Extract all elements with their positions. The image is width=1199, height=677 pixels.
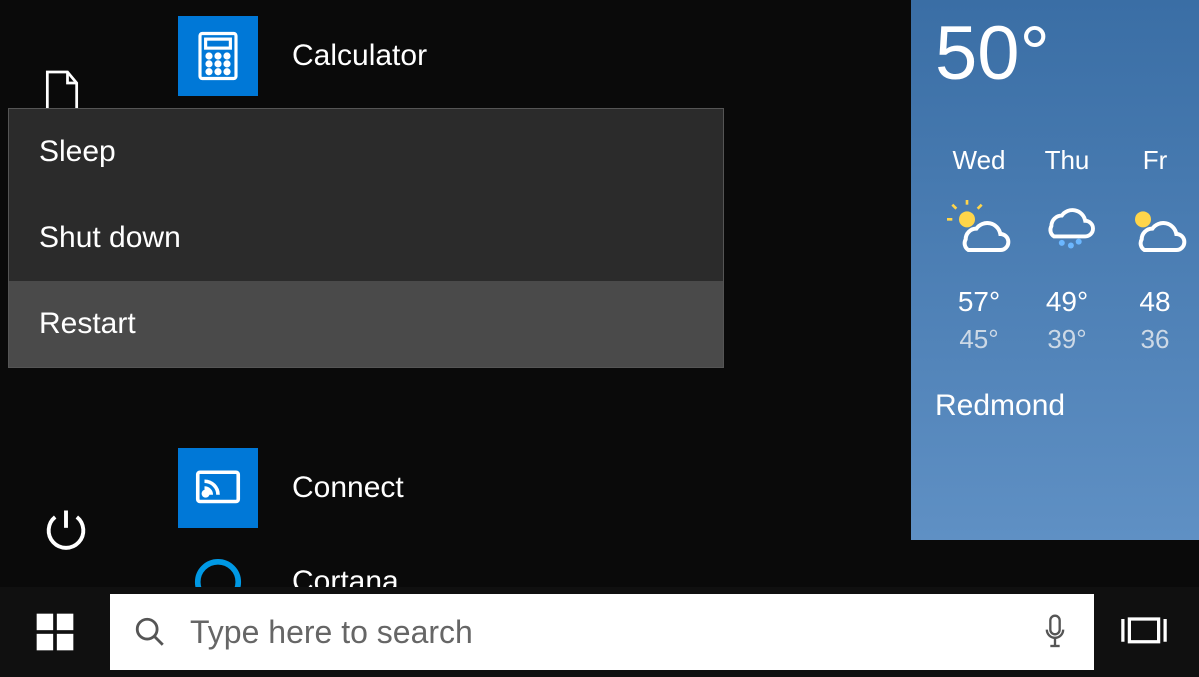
forecast-day: Thu 49° 39° — [1023, 145, 1111, 355]
rain-icon — [1023, 194, 1111, 258]
search-icon — [110, 615, 190, 649]
day-low: 45° — [935, 324, 1023, 355]
power-sleep[interactable]: Sleep — [9, 109, 723, 195]
power-icon[interactable] — [40, 504, 92, 561]
forecast-row: Wed 57° 45° Thu — [935, 145, 1199, 355]
menu-label: Sleep — [39, 135, 116, 169]
app-calculator[interactable]: Calculator — [178, 16, 427, 96]
power-menu: Sleep Shut down Restart — [8, 108, 724, 368]
search-box[interactable]: Type here to search — [110, 594, 1094, 670]
forecast-day: Wed 57° 45° — [935, 145, 1023, 355]
menu-label: Shut down — [39, 221, 181, 255]
power-restart[interactable]: Restart — [9, 281, 723, 367]
day-label: Wed — [935, 145, 1023, 176]
partly-sunny-icon — [935, 194, 1023, 258]
day-high: 48 — [1111, 286, 1199, 318]
start-button[interactable] — [0, 587, 110, 677]
microphone-icon[interactable] — [1016, 612, 1094, 652]
weather-tile[interactable]: 50° Wed 57° 45° Thu — [911, 0, 1199, 540]
app-connect[interactable]: Connect — [178, 448, 404, 528]
day-low: 39° — [1023, 324, 1111, 355]
partly-sunny-icon — [1111, 194, 1199, 258]
current-temperature: 50° — [935, 10, 1199, 97]
menu-label: Restart — [39, 307, 136, 341]
day-label: Thu — [1023, 145, 1111, 176]
day-high: 49° — [1023, 286, 1111, 318]
day-label: Fr — [1111, 145, 1199, 176]
weather-city: Redmond — [935, 389, 1199, 423]
calculator-icon — [178, 16, 258, 96]
app-label: Calculator — [292, 39, 427, 73]
day-high: 57° — [935, 286, 1023, 318]
day-low: 36 — [1111, 324, 1199, 355]
task-view-icon — [1118, 612, 1170, 652]
taskbar: Type here to search — [0, 587, 1199, 677]
app-label: Connect — [292, 471, 404, 505]
windows-icon — [33, 610, 77, 654]
forecast-day: Fr 48 36 — [1111, 145, 1199, 355]
connect-icon — [178, 448, 258, 528]
task-view-button[interactable] — [1094, 587, 1194, 677]
power-shutdown[interactable]: Shut down — [9, 195, 723, 281]
search-placeholder: Type here to search — [190, 614, 473, 651]
